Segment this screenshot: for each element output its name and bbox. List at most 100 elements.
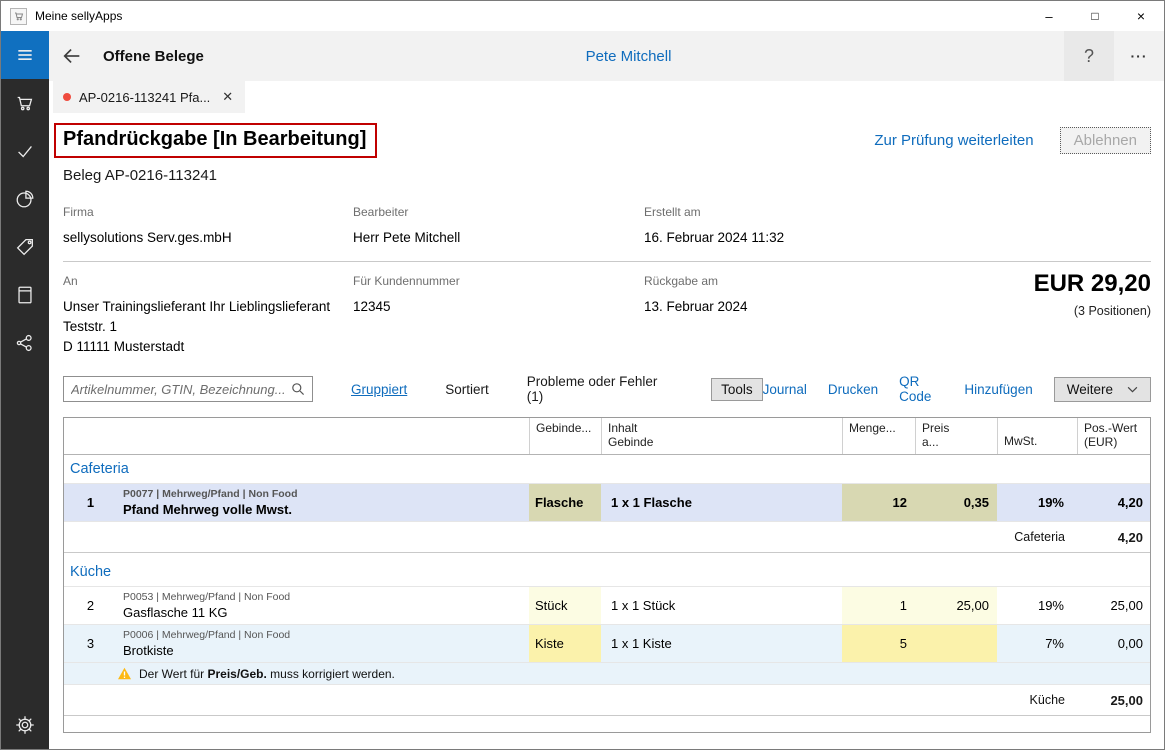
table-row[interactable]: 1 P0077 | Mehrweg/Pfand | Non Food Pfand…	[64, 484, 1150, 522]
menge-cell[interactable]: 5	[842, 625, 915, 662]
col-inhalt[interactable]: InhaltGebinde	[601, 418, 842, 454]
sidebar-item-settings[interactable]	[1, 701, 49, 749]
field-an: An Unser Trainingslieferant Ihr Liebling…	[63, 274, 353, 357]
menge-cell[interactable]: 1	[842, 587, 915, 624]
field-bearbeiter: Bearbeiter Herr Pete Mitchell	[353, 205, 644, 248]
journal-link[interactable]: Journal	[763, 382, 807, 397]
gear-icon	[14, 714, 36, 736]
warning-icon	[117, 667, 132, 680]
group-header-cafeteria[interactable]: Cafeteria	[64, 455, 1150, 484]
mwst-cell: 7%	[997, 625, 1077, 662]
sidebar-item-share[interactable]	[1, 319, 49, 367]
close-button[interactable]: ×	[1118, 1, 1164, 31]
tag-icon	[14, 236, 36, 258]
subtotal-label: Cafeteria	[64, 522, 1077, 552]
field-label: An	[63, 274, 353, 288]
wert-cell: 25,00	[1077, 587, 1150, 624]
warning-text-post: muss korrigiert werden.	[267, 667, 395, 681]
table-row[interactable]: 2 P0053 | Mehrweg/Pfand | Non Food Gasfl…	[64, 587, 1150, 625]
tab-label: AP-0216-113241 Pfa...	[79, 90, 210, 105]
validation-warning-row: Der Wert für Preis/Geb. muss korrigiert …	[64, 663, 1150, 685]
row-description: P0053 | Mehrweg/Pfand | Non Food Gasflas…	[117, 587, 529, 624]
sidebar-item-tags[interactable]	[1, 223, 49, 271]
problems-filter[interactable]: Probleme oder Fehler (1)	[527, 374, 673, 404]
window-titlebar: Meine sellyApps – □ ×	[1, 1, 1164, 31]
col-wert[interactable]: Pos.-Wert(EUR)	[1077, 418, 1150, 454]
sidebar-item-reports[interactable]	[1, 175, 49, 223]
table-row[interactable]: 3 P0006 | Mehrweg/Pfand | Non Food Brotk…	[64, 625, 1150, 663]
col-preis[interactable]: Preisa...	[915, 418, 997, 454]
help-button[interactable]: ?	[1064, 31, 1114, 81]
article-name: Gasflasche 11 KG	[123, 605, 228, 620]
print-link[interactable]: Drucken	[828, 382, 878, 397]
mwst-cell: 19%	[997, 587, 1077, 624]
preis-cell[interactable]: 0,35	[915, 484, 997, 521]
article-meta: P0053 | Mehrweg/Pfand | Non Food	[123, 591, 290, 603]
inhalt-cell: 1 x 1 Flasche	[601, 484, 842, 521]
preis-cell[interactable]	[915, 625, 997, 662]
positions-table: Gebinde... InhaltGebinde Menge... Preisa…	[63, 417, 1151, 733]
grouped-toggle[interactable]: Gruppiert	[351, 382, 407, 397]
user-name[interactable]: Pete Mitchell	[586, 48, 672, 65]
reject-button[interactable]: Ablehnen	[1060, 127, 1151, 154]
app-window: Meine sellyApps – □ ×	[0, 0, 1165, 750]
article-meta: P0006 | Mehrweg/Pfand | Non Food	[123, 629, 290, 641]
row-description: P0077 | Mehrweg/Pfand | Non Food Pfand M…	[117, 484, 529, 521]
col-preis-line2: a...	[922, 435, 939, 449]
subtotal-value: 25,00	[1077, 685, 1150, 715]
tab-close-icon[interactable]: ✕	[222, 89, 233, 105]
document-fields: Firma sellysolutions Serv.ges.mbH Bearbe…	[63, 205, 1151, 357]
total-positions: (3 Positionen)	[1034, 304, 1151, 318]
col-inhalt-line1: Inhalt	[608, 421, 637, 435]
field-value: 12345	[353, 297, 644, 317]
sorted-toggle[interactable]: Sortiert	[445, 382, 489, 397]
back-button[interactable]	[49, 31, 95, 81]
window-title: Meine sellyApps	[35, 9, 122, 23]
forward-for-review-link[interactable]: Zur Prüfung weiterleiten	[874, 132, 1033, 149]
row-number: 3	[64, 625, 117, 662]
col-menge[interactable]: Menge...	[842, 418, 915, 454]
menu-button[interactable]	[1, 31, 49, 79]
share-icon	[14, 332, 36, 354]
page-title: Offene Belege	[103, 48, 204, 65]
annotation-red-box: Pfandrückgabe [In Bearbeitung]	[54, 123, 377, 158]
header-more-button[interactable]: ···	[1114, 31, 1164, 81]
warning-message: Der Wert für Preis/Geb. muss korrigiert …	[117, 663, 1150, 684]
gebinde-cell[interactable]: Kiste	[529, 625, 601, 662]
minimize-button[interactable]: –	[1026, 1, 1072, 31]
group-header-kueche[interactable]: Küche	[64, 558, 1150, 587]
maximize-button[interactable]: □	[1072, 1, 1118, 31]
app-header: Offene Belege Pete Mitchell ? ···	[49, 31, 1164, 81]
col-description	[117, 418, 529, 454]
sidebar-item-cart[interactable]	[1, 79, 49, 127]
menge-cell[interactable]: 12	[842, 484, 915, 521]
group-subtotal-kueche: Küche 25,00	[64, 685, 1150, 716]
search-icon[interactable]	[290, 381, 306, 402]
qr-code-link[interactable]: QR Code	[899, 374, 943, 404]
gebinde-cell[interactable]: Flasche	[529, 484, 601, 521]
field-value: Herr Pete Mitchell	[353, 228, 644, 248]
search-input[interactable]	[63, 376, 313, 402]
sidebar-item-tasks[interactable]	[1, 127, 49, 175]
field-value: 16. Februar 2024 11:32	[644, 228, 1151, 248]
article-name: Pfand Mehrweg volle Mwst.	[123, 502, 292, 517]
pie-chart-icon	[14, 188, 36, 210]
add-link[interactable]: Hinzufügen	[964, 382, 1032, 397]
sidebar-item-journal[interactable]	[1, 271, 49, 319]
preis-cell[interactable]: 25,00	[915, 587, 997, 624]
gebinde-cell[interactable]: Stück	[529, 587, 601, 624]
book-icon	[14, 284, 36, 306]
warning-spacer	[64, 663, 117, 684]
field-kundennummer: Für Kundennummer 12345	[353, 274, 644, 357]
more-dropdown-label: Weitere	[1067, 382, 1113, 397]
tab-document[interactable]: AP-0216-113241 Pfa... ✕	[53, 81, 245, 113]
more-dropdown-button[interactable]: Weitere	[1054, 377, 1151, 402]
sidebar	[1, 31, 49, 749]
col-wert-line1: Pos.-Wert	[1084, 421, 1137, 435]
document-number: Beleg AP-0216-113241	[63, 167, 1151, 184]
warning-text-pre: Der Wert für	[139, 667, 207, 681]
inhalt-cell: 1 x 1 Kiste	[601, 625, 842, 662]
col-gebinde[interactable]: Gebinde...	[529, 418, 601, 454]
tools-button[interactable]: Tools	[711, 378, 763, 401]
col-mwst[interactable]: MwSt.	[997, 418, 1077, 454]
